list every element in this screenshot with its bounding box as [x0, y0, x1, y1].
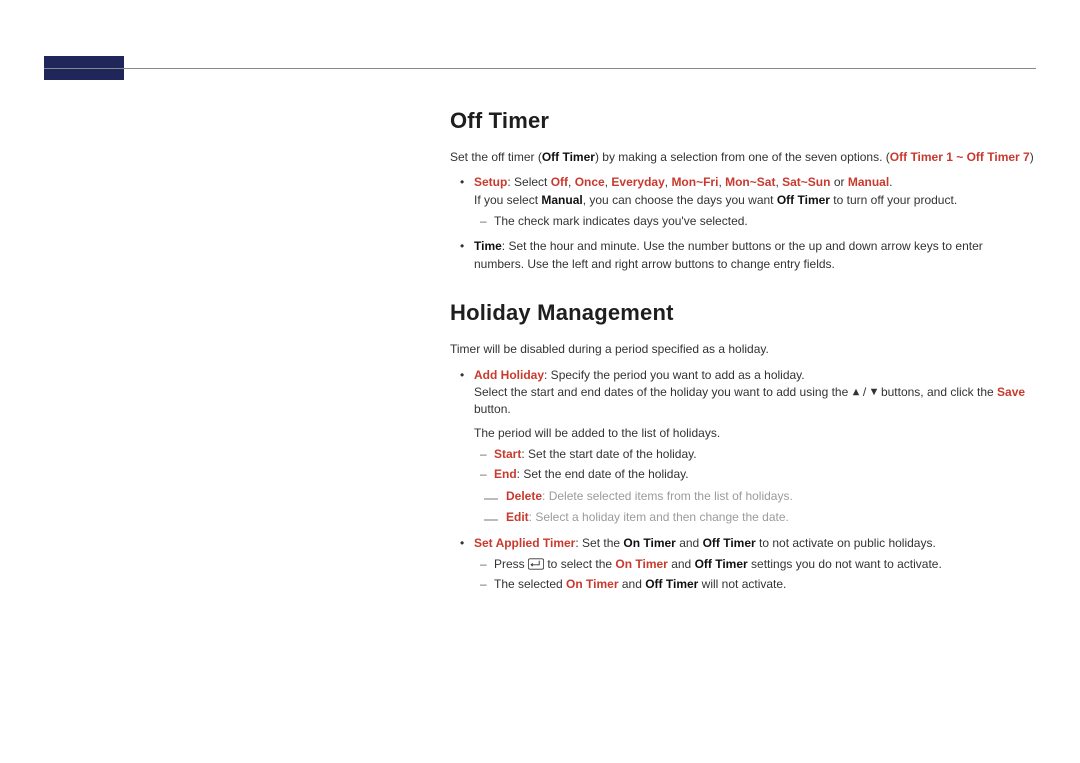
kw-on-timer-r2: On Timer	[566, 577, 618, 591]
kw-off-timer: Off Timer	[542, 150, 595, 164]
text: or	[830, 175, 847, 189]
text: to select the	[544, 557, 615, 571]
kw-edit: Edit	[506, 510, 529, 524]
off-timer-intro: Set the off timer (Off Timer) by making …	[450, 149, 1036, 166]
kw-delete: Delete	[506, 489, 542, 503]
kw-everyday: Everyday	[611, 175, 664, 189]
heading-off-timer: Off Timer	[450, 105, 1036, 137]
add-holiday-note: The period will be added to the list of …	[474, 425, 1036, 442]
text: Select the start and end dates of the ho…	[474, 385, 852, 399]
text: , you can choose the days you want	[583, 193, 777, 207]
text: .	[889, 175, 892, 189]
text: ) by making a selection from one of the …	[595, 150, 890, 164]
kw-start: Start	[494, 447, 521, 461]
text: ,	[568, 175, 575, 189]
text: button.	[474, 402, 511, 416]
list-item-set-applied-timer: Set Applied Timer: Set the On Timer and …	[450, 535, 1036, 594]
kw-off-timer-b: Off Timer	[777, 193, 830, 207]
kw-manual-b: Manual	[541, 193, 582, 207]
text: : Set the end date of the holiday.	[517, 467, 689, 481]
applied-timer-sub-list: Press to select the On Timer and Off Tim…	[474, 556, 1036, 594]
kw-off-timer-b: Off Timer	[703, 536, 756, 550]
header-rule	[44, 68, 1036, 69]
kw-off-timer-b3: Off Timer	[645, 577, 698, 591]
kw-monfri: Mon~Fri	[671, 175, 718, 189]
kw-manual: Manual	[848, 175, 889, 189]
text: Press	[494, 557, 528, 571]
text: The selected	[494, 577, 566, 591]
text: and	[676, 536, 703, 550]
setup-sub-list: The check mark indicates days you've sel…	[474, 213, 1036, 230]
list-item-setup: Setup: Select Off, Once, Everyday, Mon~F…	[450, 174, 1036, 230]
off-timer-list: Setup: Select Off, Once, Everyday, Mon~F…	[450, 174, 1036, 273]
holiday-list: Add Holiday: Specify the period you want…	[450, 367, 1036, 594]
kw-set-applied-timer: Set Applied Timer	[474, 536, 575, 550]
text: /	[860, 385, 870, 399]
text: Set the off timer (	[450, 150, 542, 164]
kw-save: Save	[997, 385, 1025, 399]
text: buttons, and click the	[878, 385, 997, 399]
minor-item-edit: Edit: Select a holiday item and then cha…	[474, 509, 1036, 526]
text: and	[619, 577, 646, 591]
list-item-add-holiday: Add Holiday: Specify the period you want…	[450, 367, 1036, 527]
text: to turn off your product.	[830, 193, 957, 207]
sub-item-start: Start: Set the start date of the holiday…	[474, 446, 1036, 463]
triangle-up-icon	[852, 388, 860, 396]
sub-item-selected: The selected On Timer and Off Timer will…	[474, 576, 1036, 593]
text: : Select a holiday item and then change …	[529, 510, 789, 524]
text: to not activate on public holidays.	[756, 536, 936, 550]
text: : Specify the period you want to add as …	[544, 368, 805, 382]
text: : Set the	[575, 536, 623, 550]
kw-once: Once	[575, 175, 605, 189]
kw-end: End	[494, 467, 517, 481]
sub-item-checkmark: The check mark indicates days you've sel…	[474, 213, 1036, 230]
kw-off-timer-range: Off Timer 1 ~ Off Timer 7	[890, 150, 1030, 164]
dash-icon	[484, 498, 498, 500]
enter-icon	[528, 558, 544, 570]
text: will not activate.	[698, 577, 786, 591]
kw-off: Off	[551, 175, 568, 189]
text: : Delete selected items from the list of…	[542, 489, 793, 503]
triangle-down-icon	[870, 388, 878, 396]
page-content: Off Timer Set the off timer (Off Timer) …	[450, 95, 1036, 618]
text: )	[1030, 150, 1034, 164]
kw-add-holiday: Add Holiday	[474, 368, 544, 382]
list-item-time: Time: Set the hour and minute. Use the n…	[450, 238, 1036, 273]
dash-icon	[484, 519, 498, 521]
holiday-intro: Timer will be disabled during a period s…	[450, 341, 1036, 358]
text: : Set the hour and minute. Use the numbe…	[474, 239, 983, 270]
kw-monsat: Mon~Sat	[725, 175, 775, 189]
kw-on-timer-r: On Timer	[615, 557, 667, 571]
minor-item-delete: Delete: Delete selected items from the l…	[474, 488, 1036, 505]
kw-time: Time	[474, 239, 502, 253]
text: settings you do not want to activate.	[748, 557, 942, 571]
kw-off-timer-b2: Off Timer	[695, 557, 748, 571]
sub-item-press: Press to select the On Timer and Off Tim…	[474, 556, 1036, 573]
text: : Set the start date of the holiday.	[521, 447, 696, 461]
sub-item-end: End: Set the end date of the holiday.	[474, 466, 1036, 483]
kw-satsun: Sat~Sun	[782, 175, 830, 189]
add-holiday-sub-list: Start: Set the start date of the holiday…	[474, 446, 1036, 484]
text: and	[668, 557, 695, 571]
heading-holiday-management: Holiday Management	[450, 297, 1036, 329]
kw-on-timer: On Timer	[623, 536, 675, 550]
text: : Select	[507, 175, 550, 189]
text: If you select	[474, 193, 541, 207]
kw-setup: Setup	[474, 175, 507, 189]
